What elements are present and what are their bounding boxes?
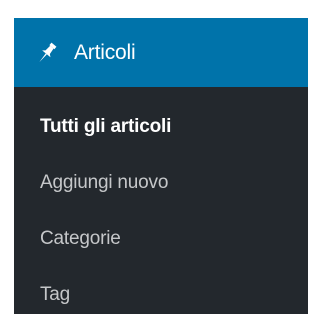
submenu-item-tags[interactable]: Tag (14, 267, 308, 323)
posts-menu-title: Articoli (74, 41, 136, 64)
submenu-item-add-new[interactable]: Aggiungi nuovo (14, 155, 308, 211)
posts-submenu: Tutti gli articoli Aggiungi nuovo Catego… (14, 87, 308, 323)
submenu-item-categories[interactable]: Categorie (14, 211, 308, 267)
submenu-item-all-posts[interactable]: Tutti gli articoli (14, 99, 308, 155)
admin-sidebar-menu: Articoli Tutti gli articoli Aggiungi nuo… (14, 18, 308, 314)
pushpin-icon (34, 40, 60, 66)
posts-menu-header[interactable]: Articoli (14, 18, 308, 87)
